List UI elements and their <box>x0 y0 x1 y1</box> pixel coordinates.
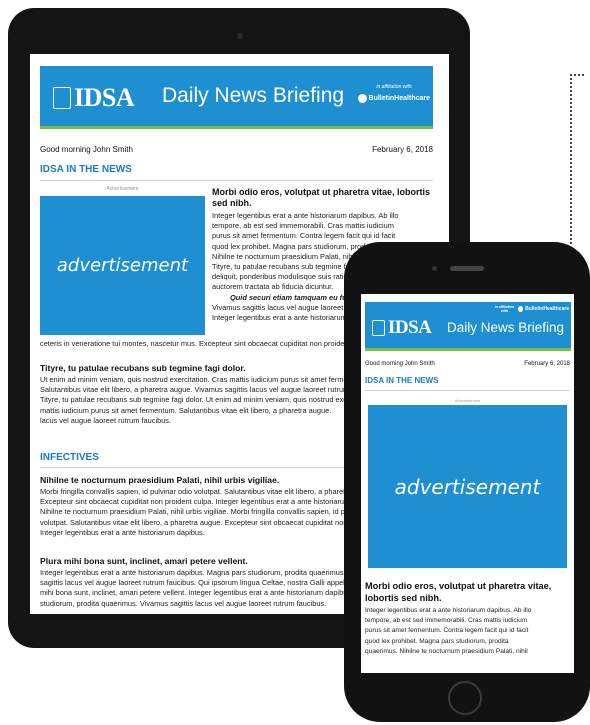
body-line: Integer legentibus erat a ante historiar… <box>365 607 532 614</box>
article-title[interactable]: Morbi odio eros, volutpat ut pharetra vi… <box>365 580 570 604</box>
idsa-seal-icon <box>53 87 71 109</box>
body-line: quod lex prohibet. Magna pars studiorum,… <box>365 637 509 645</box>
body-line: Integer legentibus erat a ante historiar… <box>212 211 399 220</box>
decorative-dotted-line <box>570 74 584 76</box>
article-body: Integer legentibus erat a ante historiar… <box>365 606 574 657</box>
section-title: IDSA IN THE NEWS <box>40 164 132 175</box>
decorative-dotted-line <box>570 74 572 244</box>
article-title[interactable]: Morbi odio eros, volutpat ut pharetra vi… <box>212 187 432 209</box>
section-divider <box>40 180 433 181</box>
bulletin-logo-icon <box>358 94 367 103</box>
newsletter-banner: IDSA Daily News Briefing in affiliation … <box>40 66 433 129</box>
affiliation-label: in affiliation with <box>376 84 412 90</box>
banner-accent-bar <box>40 126 433 129</box>
logo-text: IDSA <box>388 317 432 338</box>
affiliation-label: in affiliation with <box>494 305 515 313</box>
briefing-title: Daily News Briefing <box>447 320 565 335</box>
briefing-title: Daily News Briefing <box>162 84 345 107</box>
advertisement-banner[interactable]: advertisement <box>40 196 205 335</box>
body-line: tempore, ab est sed immemorabili. Cras m… <box>212 221 394 231</box>
idsa-seal-icon <box>372 320 385 336</box>
body-line: purus sit amet fermentum. Contra legem f… <box>365 627 529 635</box>
phone-speaker <box>450 266 484 271</box>
body-line: quaerimus. Nihilne te nocturnum praesidi… <box>365 647 528 655</box>
phone-device: in affiliation with BulletinHealthcare I… <box>344 242 590 722</box>
section-title: INFECTIVES <box>40 452 99 463</box>
idsa-logo: IDSA <box>372 317 432 339</box>
partner-logo: in affiliation with BulletinHealthcare <box>493 305 569 313</box>
affiliation-block: in affiliation with BulletinHealthcare <box>358 84 430 103</box>
partner-name: BulletinHealthcare <box>368 95 430 102</box>
newsletter-banner: in affiliation with BulletinHealthcare I… <box>365 302 571 351</box>
logo-text: IDSA <box>74 83 135 112</box>
body-line: tempore, ab est sed immemorabili. Cras m… <box>365 617 528 625</box>
body-line: purus sit amet fermentum. Contra legem f… <box>212 231 396 241</box>
issue-date: February 6, 2018 <box>524 361 570 367</box>
home-button[interactable] <box>448 681 482 715</box>
affiliation-block: in affiliation with BulletinHealthcare <box>493 305 569 313</box>
greeting: Good morning John Smith <box>40 145 133 154</box>
partner-logo: BulletinHealthcare <box>358 94 430 103</box>
greeting: Good morning John Smith <box>365 361 435 367</box>
ad-label: Advertisement <box>454 398 481 403</box>
idsa-logo: IDSA <box>53 83 135 113</box>
ad-label: Advertisement <box>106 186 139 192</box>
phone-screen[interactable]: in affiliation with BulletinHealthcare I… <box>361 294 574 673</box>
section-divider <box>365 390 570 391</box>
partner-name: BulletinHealthcare <box>525 306 569 312</box>
section-title: IDSA IN THE NEWS <box>365 376 439 385</box>
phone-camera <box>432 266 437 271</box>
banner-accent-bar <box>365 348 571 351</box>
bulletin-logo-icon <box>518 306 524 312</box>
issue-date: February 6, 2018 <box>372 145 433 154</box>
tablet-camera <box>237 33 243 39</box>
advertisement-banner[interactable]: advertisement <box>368 405 567 568</box>
